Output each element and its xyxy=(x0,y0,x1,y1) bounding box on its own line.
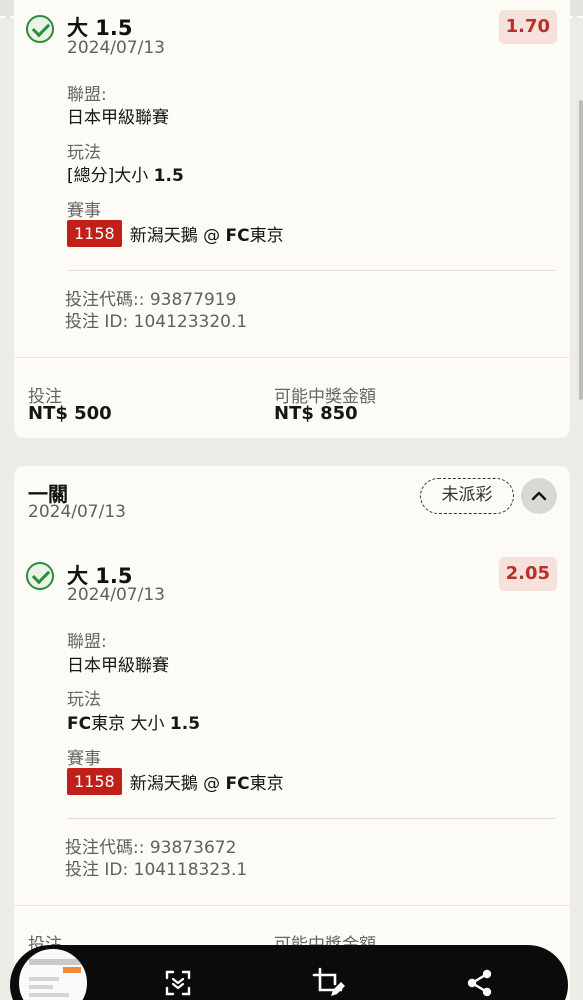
bet-id: 投注 ID: 104123320.1 xyxy=(65,312,248,332)
check-icon xyxy=(26,15,54,43)
divider xyxy=(14,357,570,358)
crop-edit-icon[interactable] xyxy=(311,966,345,1000)
match-row: 1158 新潟天鵝 @ FC東京 xyxy=(67,768,284,795)
bet-date: 2024/07/13 xyxy=(28,502,126,522)
scrollbar[interactable] xyxy=(579,100,583,400)
event-label: 賽事 xyxy=(67,749,101,769)
status-badge: 未派彩 xyxy=(420,478,514,514)
bet-card: 大 1.5 2024/07/13 1.70 聯盟: 日本甲級聯賽 玩法 [總分]… xyxy=(14,0,570,438)
event-label: 賽事 xyxy=(67,201,101,221)
divider xyxy=(67,270,555,271)
collapse-button[interactable] xyxy=(521,478,557,514)
play-value: FC東京 大小 1.5 xyxy=(67,714,201,734)
bet-code: 投注代碼:: 93873672 xyxy=(65,838,237,858)
bet-id: 投注 ID: 104118323.1 xyxy=(65,860,248,880)
odds-badge: 1.70 xyxy=(498,10,557,44)
league-value: 日本甲級聯賽 xyxy=(67,656,169,676)
selection-date: 2024/07/13 xyxy=(67,585,165,605)
odds-badge: 2.05 xyxy=(498,557,557,591)
divider xyxy=(67,818,555,819)
league-label: 聯盟: xyxy=(67,632,107,652)
match-row: 1158 新潟天鵝 @ FC東京 xyxy=(67,220,284,247)
check-icon xyxy=(26,562,54,590)
payout-value: NT$ 850 xyxy=(274,403,358,424)
match-number-badge: 1158 xyxy=(67,220,122,247)
bet-card: 一關 2024/07/13 未派彩 大 1.5 2024/07/13 2.05 … xyxy=(14,466,570,1000)
bet-code: 投注代碼:: 93877919 xyxy=(65,290,237,310)
scroll-capture-icon[interactable] xyxy=(161,966,195,1000)
match-number-badge: 1158 xyxy=(67,768,122,795)
play-value: [總分]大小 1.5 xyxy=(67,166,184,186)
league-label: 聯盟: xyxy=(67,85,107,105)
stake-value: NT$ 500 xyxy=(28,403,112,424)
league-value: 日本甲級聯賽 xyxy=(67,108,169,128)
selection-date: 2024/07/13 xyxy=(67,38,165,58)
divider xyxy=(14,905,570,906)
match-teams: 新潟天鵝 @ FC東京 xyxy=(129,226,284,246)
play-label: 玩法 xyxy=(67,143,101,163)
play-label: 玩法 xyxy=(67,690,101,710)
chevron-up-icon xyxy=(531,491,547,501)
match-teams: 新潟天鵝 @ FC東京 xyxy=(129,774,284,794)
share-icon[interactable] xyxy=(463,966,497,1000)
